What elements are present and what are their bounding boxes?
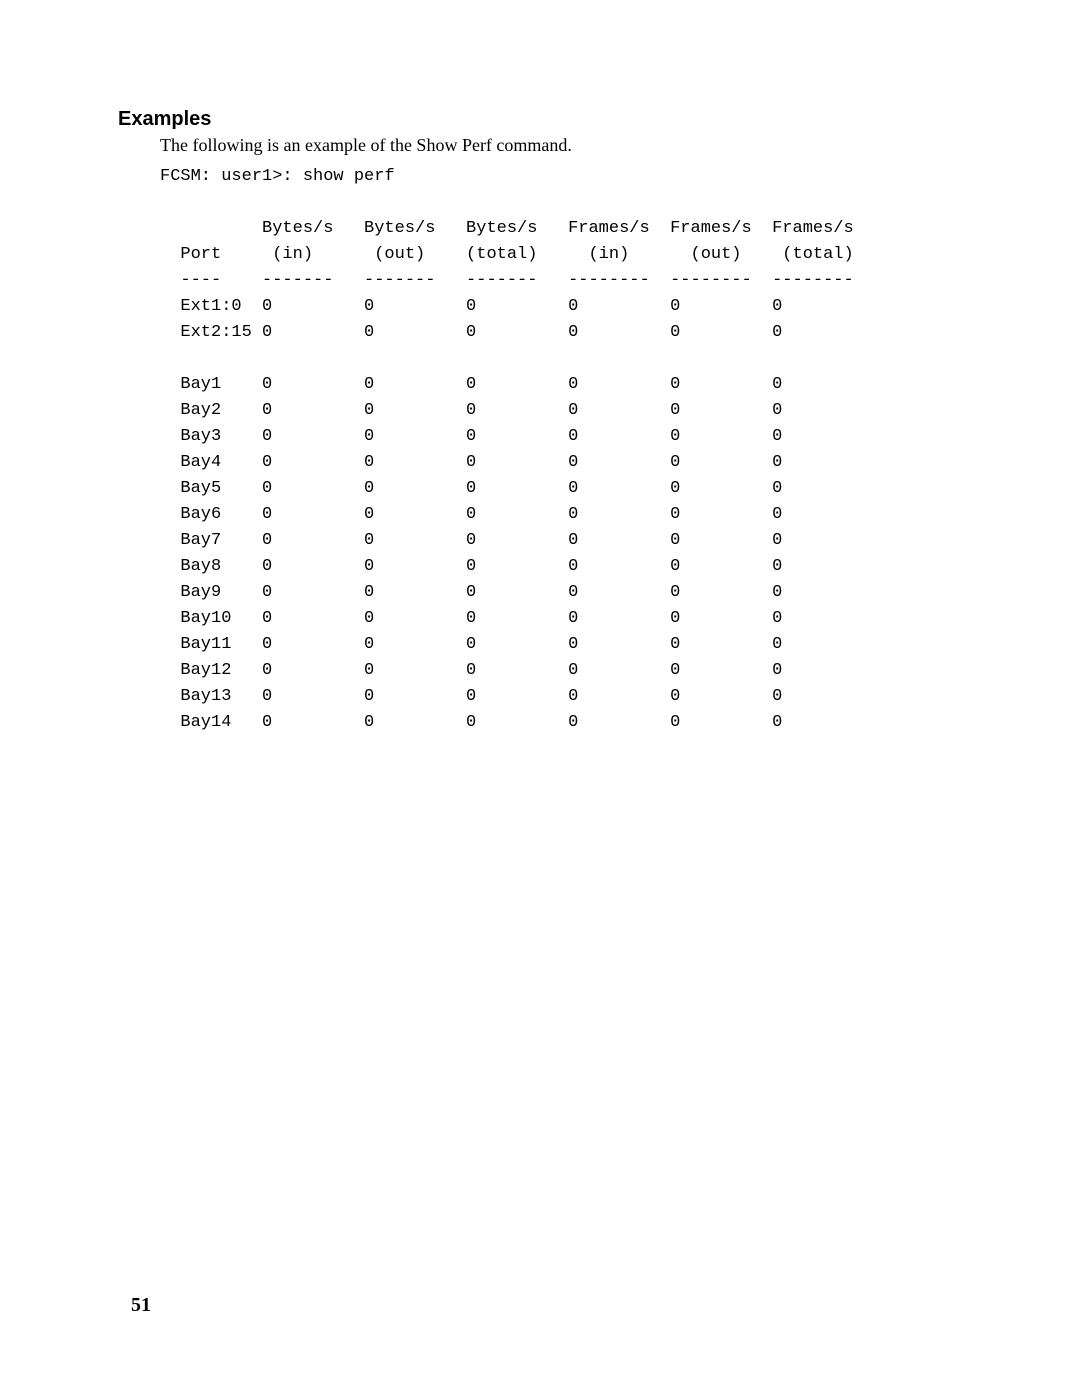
page-number: 51	[131, 1294, 151, 1317]
intro-text: The following is an example of the Show …	[160, 135, 962, 156]
page: Examples The following is an example of …	[0, 0, 1080, 1397]
content-block: Examples The following is an example of …	[118, 108, 962, 736]
perf-table: Bytes/s Bytes/s Bytes/s Frames/s Frames/…	[160, 216, 962, 736]
section-heading: Examples	[118, 108, 962, 131]
command-prompt-line: FCSM: user1>: show perf	[160, 164, 962, 190]
spacer-line	[160, 190, 962, 216]
